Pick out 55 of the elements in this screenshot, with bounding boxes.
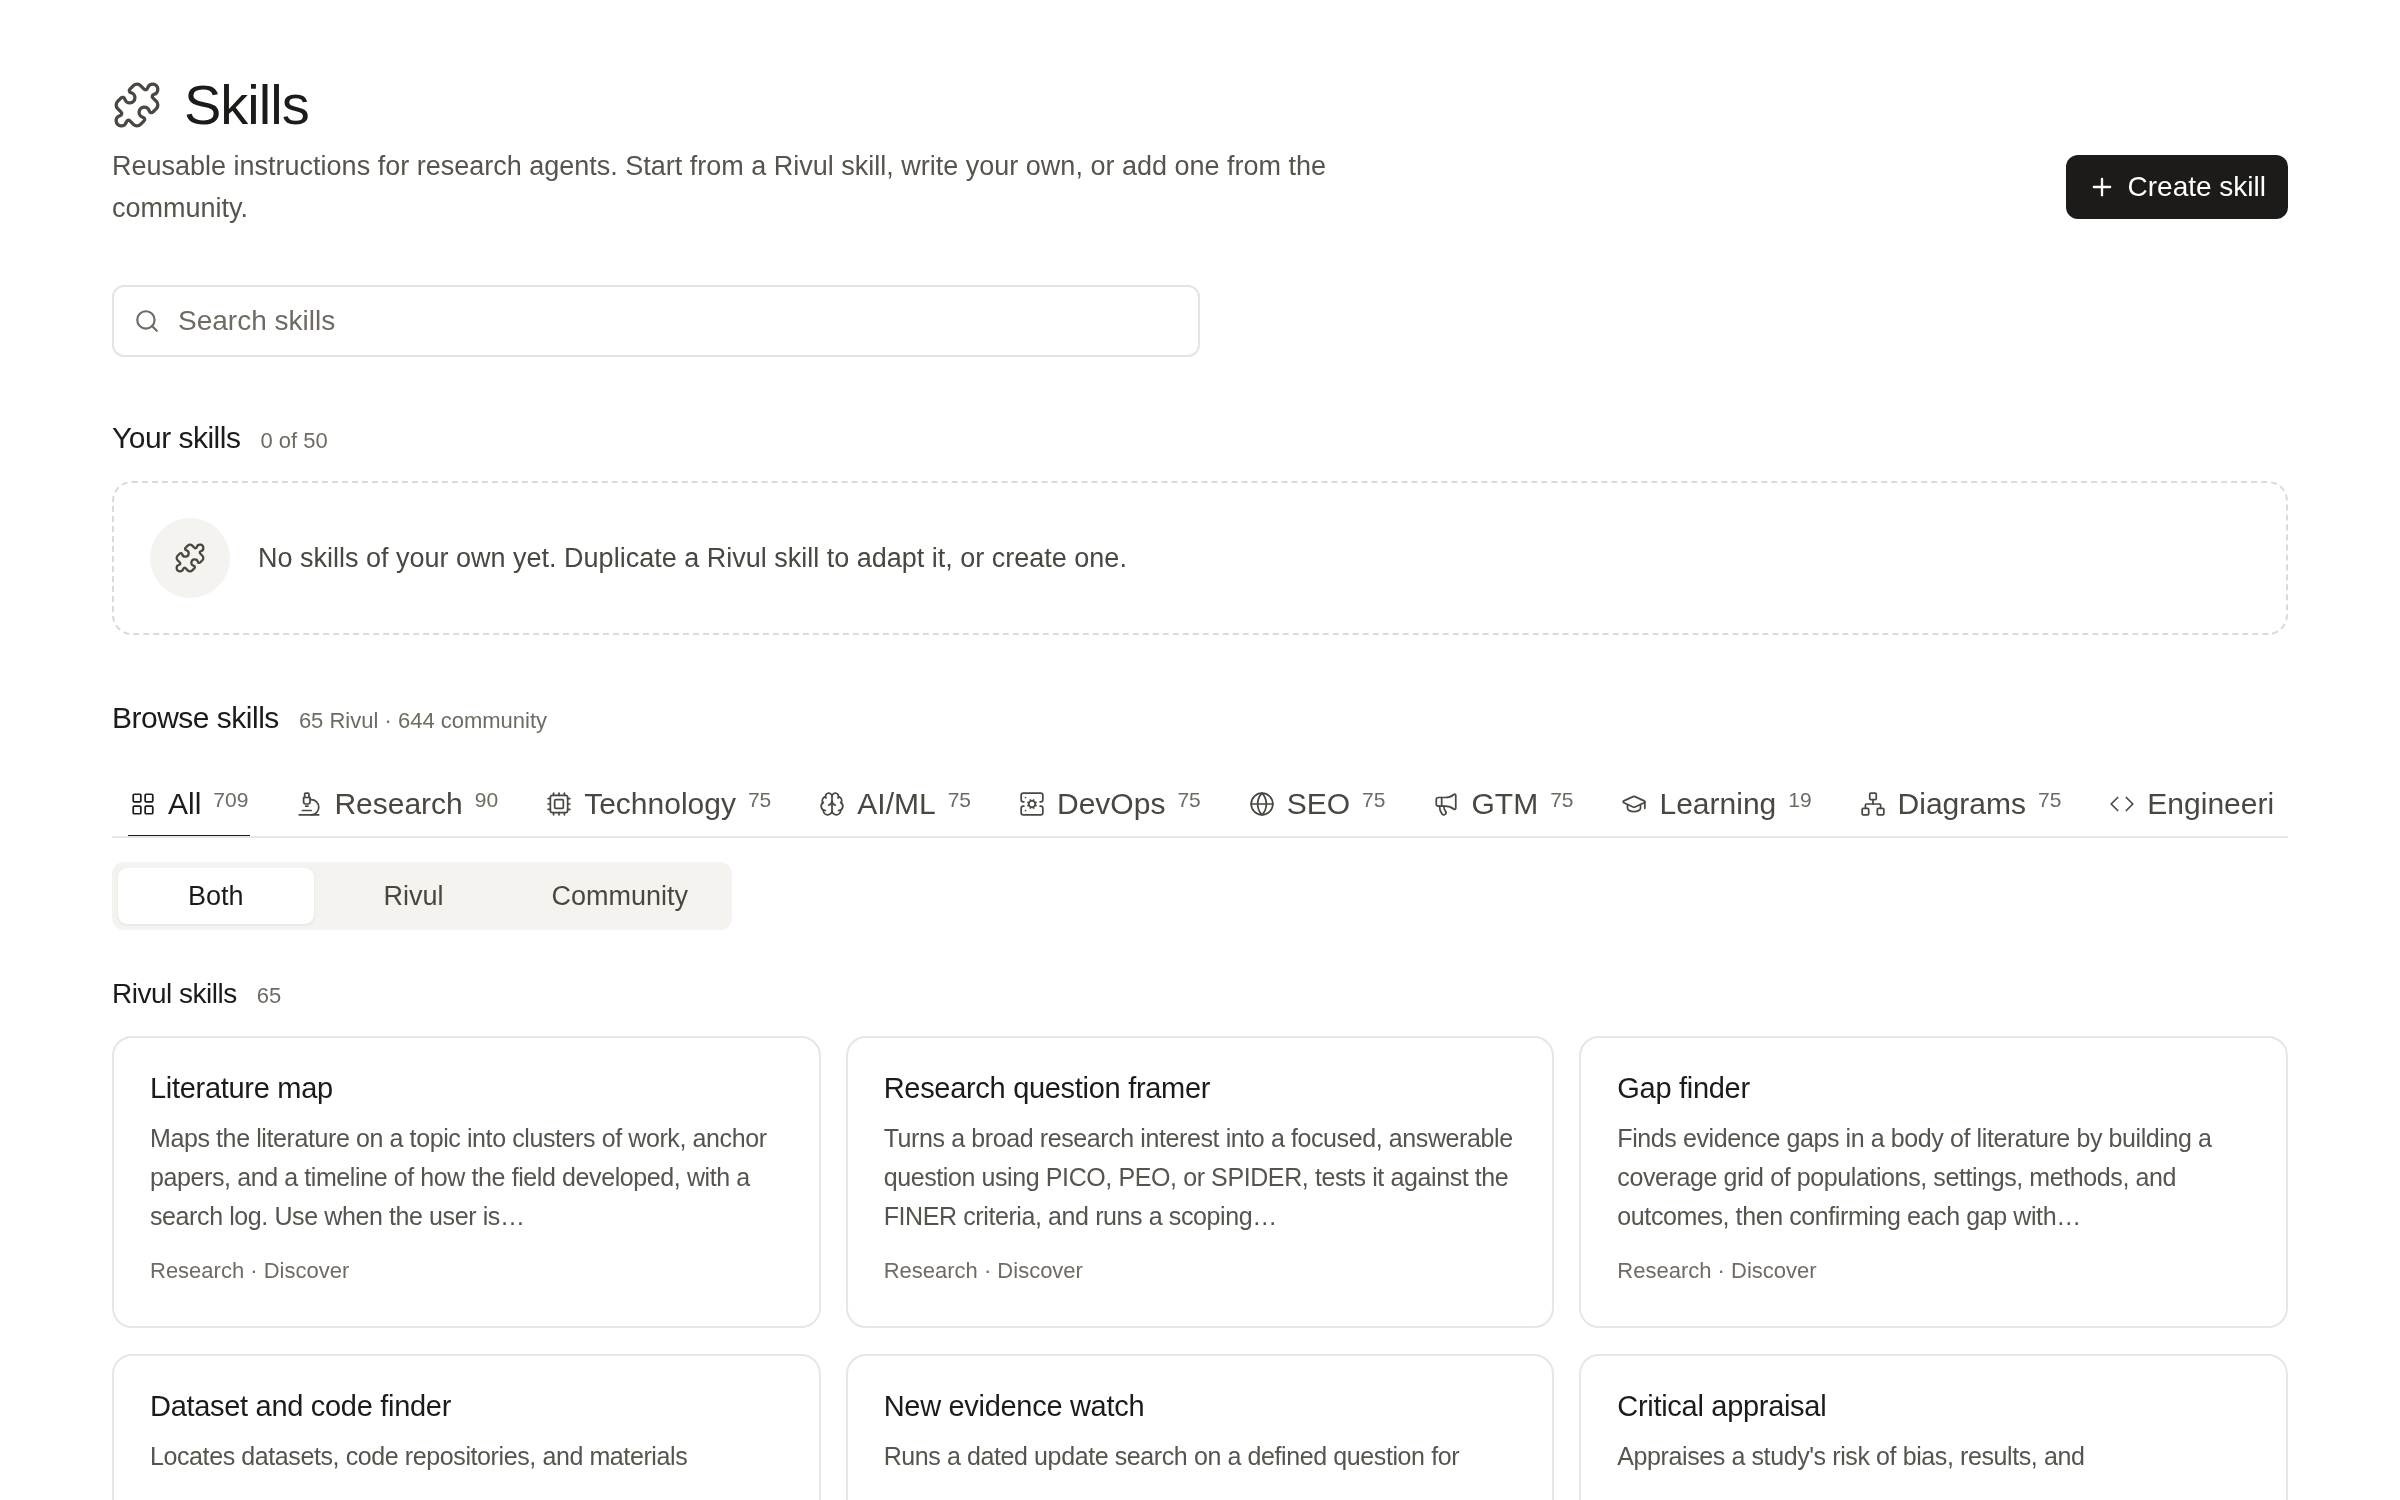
category-tab[interactable]: Engineeri — [2107, 775, 2277, 836]
globe-icon — [1248, 791, 1275, 817]
filter-option[interactable]: Both — [118, 868, 314, 924]
skill-card[interactable]: Gap finder Finds evidence gaps in a body of literature by building a coverage grid of populations, settings, methods, and outcomes, then confirming each gap with… Research · Discover — [1579, 1036, 2288, 1328]
skill-card[interactable]: Research question framer Turns a broad research interest into a focused, answerable question using PICO, PEO, or SPIDER, tests it against the FINER criteria, and runs a scoping… Research · Discover — [845, 1036, 1555, 1328]
skill-description: Turns a broad research interest into a focused, answerable question using PICO, PEO, or SPIDER, tests it against the FINER criteria, and runs a scoping… — [883, 1123, 1514, 1232]
brain-icon — [819, 791, 846, 817]
skill-description: Maps the literature on a topic into clusters of work, anchor papers, and a timeline of how the field developed, with a search log. Use when the user is… — [150, 1123, 768, 1232]
skill-summary: 65 Rivul · 644 community — [298, 708, 548, 734]
megaphone-icon — [1433, 791, 1460, 817]
category-tab[interactable]: Learning 19 — [1619, 775, 1814, 836]
skill-tags: Research · Discover — [1617, 1258, 2250, 1284]
category-tab[interactable]: AI/ML 75 — [817, 775, 973, 836]
filter-option[interactable]: Community — [513, 868, 727, 924]
skill-description: Runs a dated update search on a defined question for — [883, 1441, 1461, 1472]
grid-icon — [130, 791, 156, 817]
chip-icon — [546, 791, 573, 817]
section-title: Rivul skills — [112, 978, 237, 1010]
filter-option[interactable]: Rivul — [313, 868, 514, 924]
category-tab[interactable]: DevOps 75 — [1017, 775, 1203, 836]
category-tab[interactable]: SEO 75 — [1246, 775, 1388, 836]
skill-count: 65 — [256, 983, 282, 1009]
server-icon — [1019, 791, 1045, 817]
page-title: Skills — [184, 72, 309, 137]
skill-card[interactable]: Critical appraisal Appraises a study's risk of bias, results, and — [1579, 1354, 2288, 1500]
empty-message: No skills of your own yet. Duplicate a Rivul skill to adapt it, or create one. — [258, 542, 1127, 574]
skill-title: Critical appraisal — [1617, 1390, 1828, 1423]
section-title: Browse skills — [112, 701, 279, 735]
skill-title: New evidence watch — [883, 1390, 1146, 1423]
microscope-icon — [296, 791, 323, 817]
page-subtitle: Reusable instructions for research agents. Start from a Rivul skill, write your own, or add one from the community. — [112, 150, 1328, 225]
skill-description: Locates datasets, code repositories, and materials — [150, 1441, 689, 1472]
category-tab[interactable]: Technology 75 — [544, 775, 774, 836]
create-skill-button[interactable]: Create skill — [2065, 155, 2288, 219]
skill-tags: Research · Discover — [883, 1258, 1517, 1284]
category-tab[interactable]: Diagrams 75 — [1857, 775, 2064, 836]
skill-description: Appraises a study's risk of bias, results, and — [1617, 1441, 2086, 1472]
skill-title: Dataset and code finder — [150, 1390, 453, 1423]
category-tab[interactable]: GTM 75 — [1431, 775, 1576, 836]
skill-card[interactable]: Literature map Maps the literature on a topic into clusters of work, anchor papers, and a timeline of how the field developed, with a search log. Use when the user is… Research · Discover — [112, 1036, 821, 1328]
skill-title: Gap finder — [1617, 1072, 1751, 1105]
skill-tags: Research · Discover — [150, 1258, 783, 1284]
puzzle-icon — [112, 79, 162, 130]
skill-title: Research question framer — [883, 1072, 1212, 1105]
search-icon — [134, 308, 160, 334]
skill-card[interactable]: New evidence watch Runs a dated update search on a defined question for — [845, 1354, 1555, 1500]
section-title: Your skills — [112, 421, 241, 455]
skill-card[interactable]: Dataset and code finder Locates datasets, code repositories, and materials — [112, 1354, 821, 1500]
skill-title: Literature map — [150, 1072, 334, 1105]
skill-count: 0 of 50 — [260, 428, 328, 454]
skill-description: Finds evidence gaps in a body of literature by building a coverage grid of populations, settings, methods, and outcomes, then confirming each gap with… — [1617, 1123, 2213, 1232]
category-tab[interactable]: Research 90 — [294, 775, 501, 836]
category-tab[interactable]: All 709 — [128, 775, 251, 836]
search-field[interactable]: Search skills — [112, 285, 1200, 357]
network-icon — [1859, 791, 1886, 817]
